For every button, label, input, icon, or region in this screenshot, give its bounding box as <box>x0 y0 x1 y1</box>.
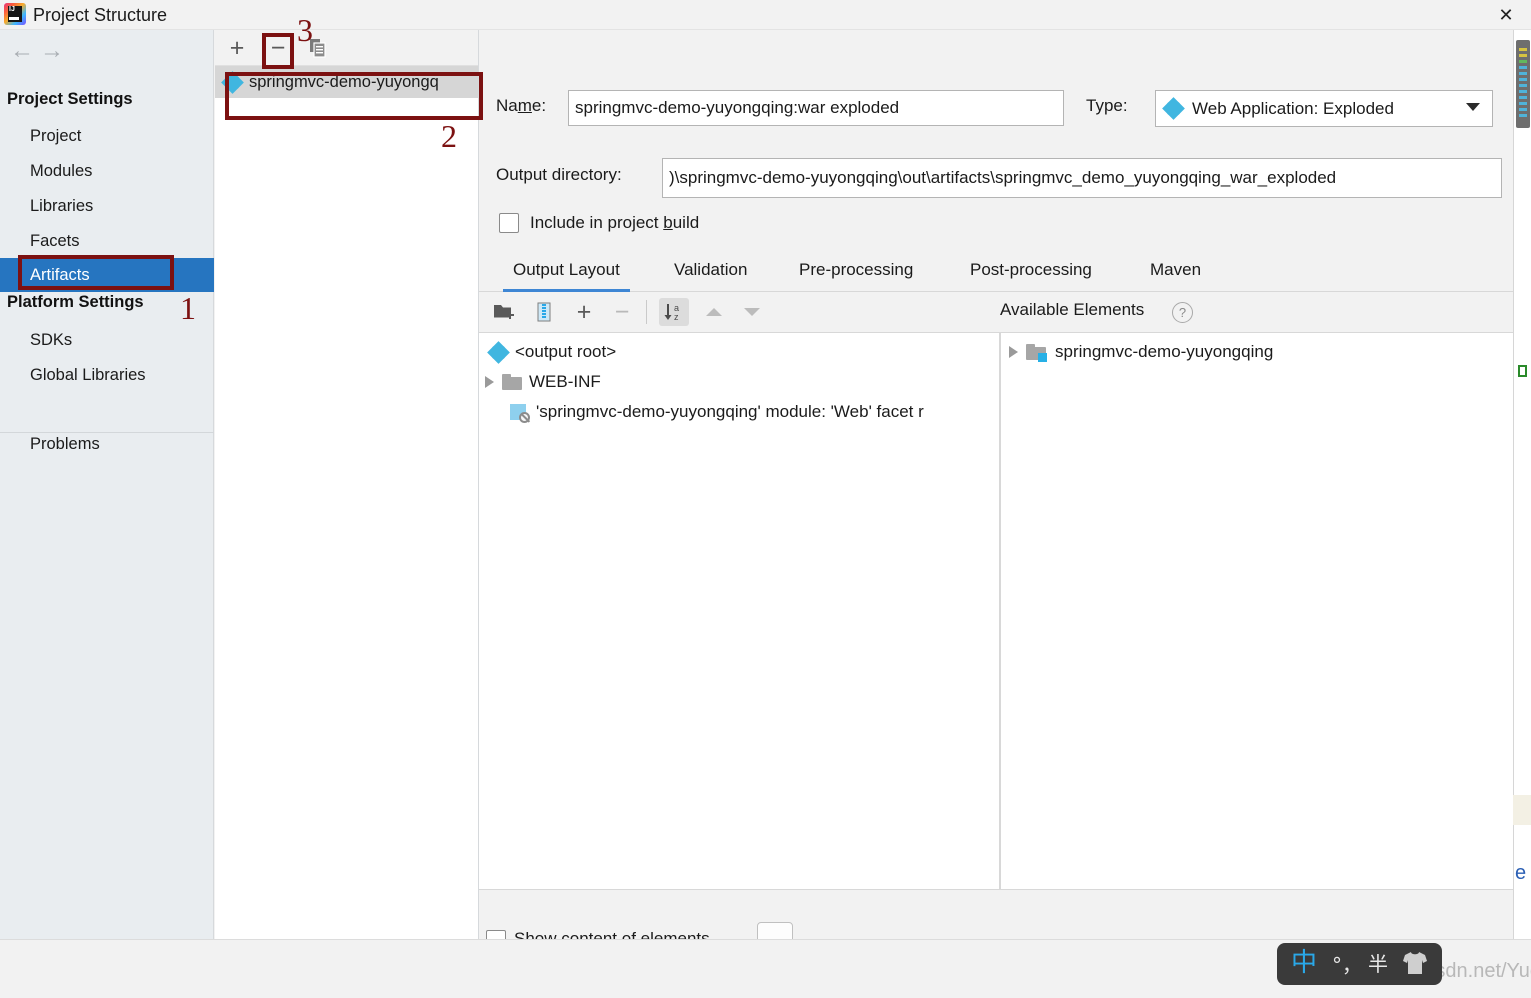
sidebar-item-artifacts[interactable]: Artifacts <box>0 258 214 292</box>
background-highlight-band <box>1513 795 1531 825</box>
artifact-detail-pane: Name: springmvc-demo-yuyongqing:war expl… <box>479 30 1513 958</box>
artifact-icon <box>1162 97 1185 120</box>
tree-row-label: WEB-INF <box>529 372 601 391</box>
tab-output-layout[interactable]: Output Layout <box>503 248 630 292</box>
artifact-type-select[interactable]: Web Application: Exploded <box>1155 90 1493 127</box>
sidebar-item-sdks[interactable]: SDKs <box>0 323 214 357</box>
tab-post-processing[interactable]: Post-processing <box>960 248 1102 292</box>
detail-tabs: Output Layout Validation Pre-processing … <box>479 248 1513 292</box>
annotation-number-2: 2 <box>441 118 457 154</box>
close-icon[interactable]: ✕ <box>1481 0 1531 30</box>
tree-row-label: springmvc-demo-yuyongqing <box>1055 342 1274 361</box>
sidebar-item-project[interactable]: Project <box>0 119 214 153</box>
ime-status-bar[interactable]: 中 °， 半 <box>1277 943 1442 985</box>
ime-width-button[interactable]: 半 <box>1365 948 1391 977</box>
artifact-icon <box>221 70 244 94</box>
folder-add-icon[interactable] <box>489 298 519 326</box>
add-artifact-button[interactable]: + <box>222 34 252 62</box>
background-code-markers <box>1519 48 1527 120</box>
list-item[interactable]: springmvc-demo-yuyongq <box>215 66 479 98</box>
artifact-type-value: Web Application: Exploded <box>1192 98 1394 118</box>
tree-row[interactable]: 'springmvc-demo-yuyongqing' module: 'Web… <box>479 397 999 427</box>
type-label: Type: <box>1086 96 1128 115</box>
tshirt-icon[interactable] <box>1401 950 1429 976</box>
nav-forward-icon[interactable]: → <box>38 38 66 64</box>
sort-az-icon[interactable]: a z <box>659 298 689 326</box>
title-bar: IJ Project Structure ✕ <box>0 0 1531 30</box>
toolbar-separator <box>646 300 647 324</box>
sidebar-item-modules[interactable]: Modules <box>0 154 214 188</box>
tree-row[interactable]: <output root> <box>479 337 999 367</box>
artifact-list-item-label: springmvc-demo-yuyongq <box>249 72 439 91</box>
chevron-down-icon <box>1466 103 1480 111</box>
name-label: Name: <box>496 96 547 115</box>
sidebar-nav-arrows: ← → <box>0 30 214 72</box>
sidebar-group-platform-settings: Platform Settings <box>7 293 144 311</box>
tree-row[interactable]: springmvc-demo-yuyongqing <box>1001 337 1513 367</box>
artifact-list-toolbar: + − <box>215 30 479 66</box>
archive-icon[interactable] <box>529 298 559 326</box>
artifact-list[interactable]: springmvc-demo-yuyongq <box>215 66 479 921</box>
background-inspection-marker <box>1518 365 1527 377</box>
artifact-list-panel: + − springmvc-demo-yuyongq <box>215 30 479 939</box>
tab-maven[interactable]: Maven <box>1140 248 1211 292</box>
output-layout-tree[interactable]: <output root> WEB-INF 'springmvc-demo-yu… <box>479 332 1000 890</box>
tree-row-label: <output root> <box>515 342 617 361</box>
sidebar-item-global-libraries[interactable]: Global Libraries <box>0 358 214 392</box>
project-structure-dialog: IJ Project Structure ✕ ← → Project Setti… <box>0 0 1531 998</box>
name-input[interactable]: springmvc-demo-yuyongqing:war exploded <box>568 90 1064 126</box>
arrow-down-icon <box>737 298 767 326</box>
settings-sidebar: ← → Project Settings Project Modules Lib… <box>0 30 214 939</box>
chevron-right-icon[interactable] <box>485 376 494 388</box>
module-folder-icon <box>1026 344 1047 362</box>
tree-row[interactable]: WEB-INF <box>479 367 999 397</box>
ime-language-mode-button[interactable]: 中 <box>1287 948 1321 979</box>
arrow-up-icon <box>699 298 729 326</box>
background-text-glyph: e <box>1515 862 1527 884</box>
available-elements-label: Available Elements <box>1000 300 1145 319</box>
annotation-number-3: 3 <box>297 12 313 48</box>
sidebar-group-project-settings: Project Settings <box>7 90 133 108</box>
output-directory-label: Output directory: <box>496 165 622 184</box>
include-in-build-checkbox[interactable] <box>499 213 519 233</box>
include-in-build-label: Include in project build <box>530 213 700 232</box>
page-title: Project Structure <box>33 5 168 25</box>
available-elements-tree[interactable]: springmvc-demo-yuyongqing <box>1000 332 1513 890</box>
remove-artifact-button[interactable]: − <box>263 34 293 62</box>
sidebar-item-problems[interactable]: Problems <box>0 427 214 461</box>
tab-pre-processing[interactable]: Pre-processing <box>789 248 923 292</box>
output-layout-toolbar: + − a z <box>479 292 1000 332</box>
tab-validation[interactable]: Validation <box>664 248 757 292</box>
annotation-number-1: 1 <box>180 290 196 326</box>
intellij-idea-logo-icon: IJ <box>4 3 26 25</box>
sidebar-item-facets[interactable]: Facets <box>0 224 214 258</box>
add-element-button[interactable]: + <box>569 298 599 326</box>
chevron-right-icon[interactable] <box>1009 346 1018 358</box>
nav-back-icon[interactable]: ← <box>8 38 36 64</box>
facet-icon <box>510 403 530 423</box>
sidebar-item-libraries[interactable]: Libraries <box>0 189 214 223</box>
remove-element-button: − <box>614 297 630 326</box>
artifact-icon <box>487 340 510 364</box>
help-icon[interactable]: ? <box>1172 302 1193 323</box>
tree-row-label: 'springmvc-demo-yuyongqing' module: 'Web… <box>536 402 924 421</box>
svg-text:z: z <box>674 312 679 322</box>
folder-icon <box>502 374 522 390</box>
ime-punctuation-button[interactable]: °， <box>1332 949 1362 978</box>
output-directory-input[interactable]: )\springmvc-demo-yuyongqing\out\artifact… <box>662 158 1502 198</box>
